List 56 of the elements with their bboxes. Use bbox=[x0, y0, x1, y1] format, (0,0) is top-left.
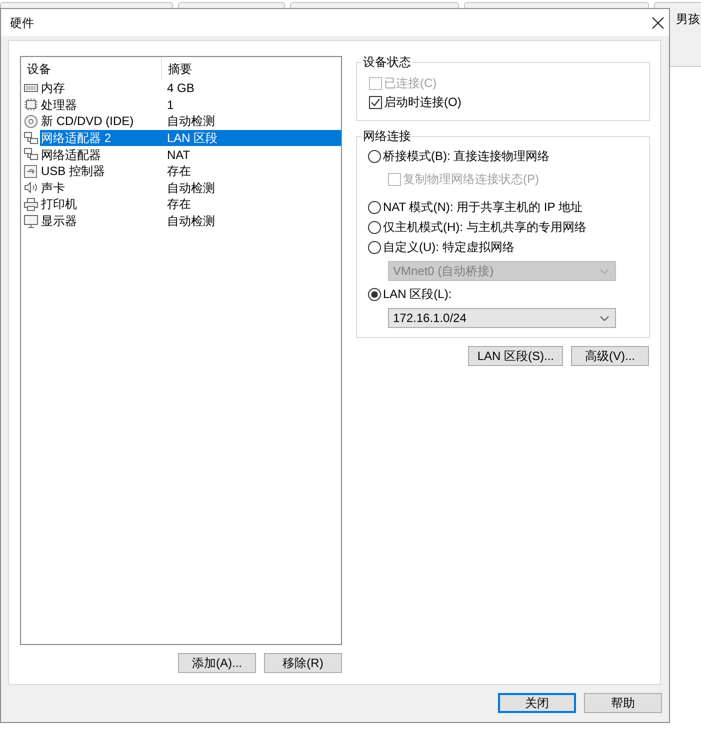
device-name: 处理器 bbox=[40, 98, 78, 112]
network-button[interactable]: LAN 区段(S)... bbox=[468, 346, 563, 366]
device-name: 显示器 bbox=[40, 214, 78, 228]
background-text: 男孩 bbox=[676, 12, 700, 26]
dialog-button[interactable]: 关闭 bbox=[498, 693, 576, 713]
radio-button[interactable] bbox=[368, 240, 381, 254]
network-button[interactable]: 高级(V)... bbox=[571, 346, 649, 366]
device-summary: 自动检测 bbox=[167, 114, 215, 128]
chip-icon bbox=[24, 98, 38, 112]
device-name: 打印机 bbox=[40, 197, 78, 212]
radio-label[interactable]: LAN 区段(L): bbox=[383, 287, 452, 301]
radio-button[interactable] bbox=[368, 150, 381, 162]
device-name: 新 CD/DVD (IDE) bbox=[40, 114, 135, 128]
group-title: 设备状态 bbox=[362, 55, 412, 69]
disc-icon bbox=[24, 114, 38, 128]
radio-button[interactable] bbox=[368, 200, 381, 214]
radio-button[interactable] bbox=[368, 288, 381, 300]
network-icon bbox=[24, 132, 38, 145]
memory-module-icon bbox=[24, 82, 38, 95]
list-button[interactable]: 添加(A)... bbox=[178, 653, 256, 673]
speaker-icon bbox=[24, 181, 38, 194]
radio-label[interactable]: 桥接模式(B): 直接连接物理网络 bbox=[383, 149, 550, 163]
dropdown[interactable]: 172.16.1.0/24 bbox=[388, 308, 616, 328]
device-name: 声卡 bbox=[40, 180, 66, 195]
printer-icon bbox=[24, 198, 38, 211]
checkbox-label[interactable]: 启动时连接(O) bbox=[384, 95, 462, 109]
device-summary: 存在 bbox=[167, 164, 191, 178]
group-title: 网络连接 bbox=[362, 129, 412, 143]
device-name: 网络适配器 bbox=[40, 148, 102, 162]
radio-label[interactable]: 自定义(U): 特定虚拟网络 bbox=[383, 240, 514, 254]
monitor-icon bbox=[24, 214, 38, 228]
radio-label[interactable]: NAT 模式(N): 用于共享主机的 IP 地址 bbox=[383, 200, 582, 214]
radio-button[interactable] bbox=[368, 220, 381, 234]
network-icon bbox=[24, 148, 38, 162]
usb-icon bbox=[24, 164, 38, 178]
close-button[interactable] bbox=[652, 16, 664, 28]
device-name: 内存 bbox=[40, 81, 66, 96]
device-summary: NAT bbox=[167, 148, 190, 162]
list-button[interactable]: 移除(R) bbox=[264, 653, 342, 673]
chevron-down-icon bbox=[600, 268, 609, 274]
chevron-down-icon bbox=[600, 316, 609, 320]
device-summary: 存在 bbox=[167, 197, 191, 212]
radio-label[interactable]: 仅主机模式(H): 与主机共享的专用网络 bbox=[383, 220, 586, 234]
device-summary: 1 bbox=[167, 98, 174, 112]
close-icon bbox=[652, 16, 664, 28]
window-title: 硬件 bbox=[10, 16, 34, 30]
device-summary: LAN 区段 bbox=[167, 131, 218, 146]
device-name: 网络适配器 2 bbox=[40, 131, 112, 146]
device-name: USB 控制器 bbox=[40, 164, 106, 178]
column-header[interactable]: 摘要 bbox=[162, 57, 341, 80]
device-summary: 自动检测 bbox=[167, 180, 215, 195]
dialog-button[interactable]: 帮助 bbox=[584, 693, 662, 713]
device-summary: 自动检测 bbox=[167, 214, 215, 228]
checkbox[interactable] bbox=[369, 96, 382, 108]
device-summary: 4 GB bbox=[167, 81, 194, 96]
device-row[interactable]: 网络适配器 2 LAN 区段 bbox=[40, 130, 341, 146]
